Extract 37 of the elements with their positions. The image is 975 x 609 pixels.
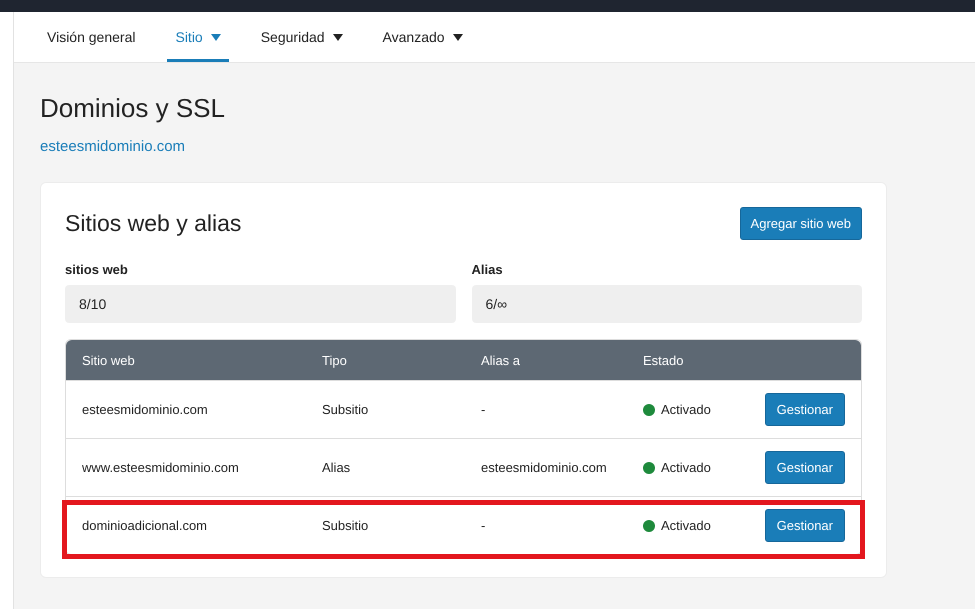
domain-link[interactable]: esteesmidominio.com — [40, 138, 186, 155]
table-cell-text: Subsitio — [322, 518, 370, 533]
column-header: Alias a — [481, 352, 522, 368]
column-header: Tipo — [322, 352, 348, 368]
status-text: Activado — [661, 518, 711, 533]
table-cell-text: dominioadicional.com — [82, 518, 208, 533]
manage-button[interactable]: Gestionar — [764, 451, 845, 484]
caret-icon — [452, 34, 463, 40]
table-cell-text: www.esteesmidominio.com — [82, 460, 240, 475]
caret-icon — [210, 34, 221, 40]
table-cell-text: - — [481, 402, 486, 417]
stat-label: sitios web — [65, 262, 129, 277]
manage-button[interactable]: Gestionar — [764, 393, 845, 426]
card-title: Sitios web y alias — [65, 210, 242, 237]
stat-label: Alias — [472, 262, 504, 277]
table-cell-text: esteesmidominio.com — [481, 460, 608, 475]
status-dot — [643, 462, 655, 474]
caret-icon — [332, 34, 343, 40]
page-title: Dominios y SSL — [40, 93, 226, 124]
add-website-button[interactable]: Agregar sitio web — [740, 207, 862, 240]
status-dot — [643, 520, 655, 532]
stat-value: 6/∞ — [472, 285, 862, 323]
nav-tab[interactable]: Avanzado — [374, 12, 471, 62]
table-cell-text: Alias — [322, 460, 352, 475]
column-header: Estado — [643, 352, 684, 368]
stat-value: 8/10 — [65, 285, 456, 323]
column-header: Sitio web — [82, 352, 136, 368]
status-text: Activado — [661, 402, 711, 417]
table-cell-text: - — [481, 518, 486, 533]
table-cell-text: Subsitio — [322, 402, 370, 417]
table-cell-text: esteesmidominio.com — [82, 402, 209, 417]
status-dot — [643, 404, 655, 416]
status-text: Activado — [661, 460, 711, 475]
manage-button[interactable]: Gestionar — [764, 509, 845, 542]
nav-tab[interactable]: Visión general — [39, 12, 144, 62]
nav-tab[interactable]: Sitio — [167, 12, 229, 62]
nav-tab[interactable]: Seguridad — [252, 12, 351, 62]
